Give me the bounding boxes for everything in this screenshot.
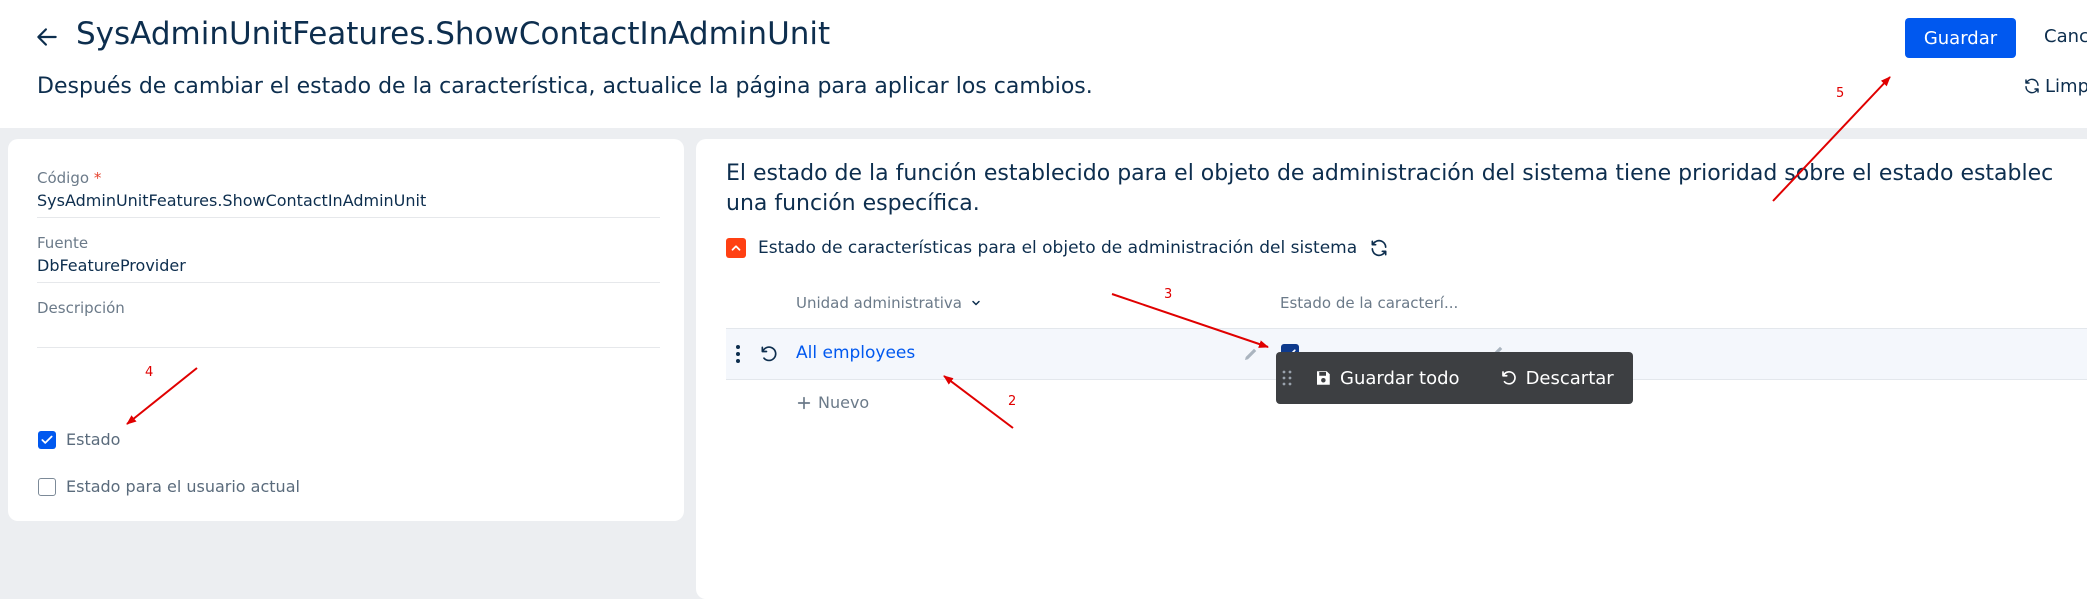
- column-header-state[interactable]: Estado de la caracterí...: [1280, 294, 1458, 312]
- page-title: SysAdminUnitFeatures.ShowContactInAdminU…: [76, 16, 831, 52]
- required-marker: *: [93, 169, 102, 187]
- save-disk-icon: [1317, 371, 1330, 385]
- check-icon: [41, 435, 53, 444]
- save-all-label: Guardar todo: [1340, 367, 1460, 389]
- annotation-label-5: 5: [1836, 86, 1845, 101]
- description-field[interactable]: Descripción: [37, 299, 660, 348]
- refresh-icon[interactable]: [1369, 238, 1389, 258]
- clear-button[interactable]: Limp: [2023, 76, 2087, 97]
- discard-label: Descartar: [1525, 367, 1614, 389]
- feature-state-card: El estado de la función establecido para…: [696, 139, 2087, 599]
- page-subtitle: Después de cambiar el estado de la carac…: [37, 74, 1093, 99]
- user-state-label: Estado para el usuario actual: [66, 477, 300, 496]
- source-field[interactable]: Fuente DbFeatureProvider: [37, 234, 660, 283]
- chevron-down-icon: [972, 300, 980, 306]
- code-label: Código *: [37, 169, 102, 187]
- state-checkbox-row[interactable]: Estado: [38, 430, 120, 449]
- source-label: Fuente: [37, 234, 89, 252]
- annotation-label-4: 4: [145, 365, 154, 380]
- user-state-checkbox[interactable]: [38, 477, 56, 496]
- save-button[interactable]: Guardar: [1905, 18, 2016, 58]
- edit-pencil-icon[interactable]: [1242, 345, 1260, 363]
- row-edit-toolbar: Guardar todo Descartar: [1276, 352, 1633, 404]
- section-title: Estado de características para el objeto…: [758, 238, 1358, 258]
- drag-handle-icon[interactable]: [1282, 369, 1292, 387]
- info-text: El estado de la función establecido para…: [726, 159, 2087, 219]
- code-field[interactable]: Código * SysAdminUnitFeatures.ShowContac…: [37, 169, 660, 218]
- description-label: Descripción: [37, 299, 125, 317]
- refresh-icon: [2025, 78, 2039, 94]
- plus-icon: [797, 396, 811, 409]
- page-header: SysAdminUnitFeatures.ShowContactInAdminU…: [0, 0, 2087, 128]
- collapse-section-button[interactable]: [726, 238, 746, 258]
- info-line-1: El estado de la función establecido para…: [726, 161, 2054, 186]
- column-header-unit-label: Unidad administrativa: [796, 294, 962, 312]
- column-header-unit[interactable]: Unidad administrativa: [796, 294, 982, 312]
- state-label: Estado: [66, 430, 121, 449]
- cancel-button[interactable]: Canc: [2044, 26, 2087, 47]
- state-checkbox[interactable]: [38, 430, 56, 449]
- info-line-2: una función específica.: [726, 191, 980, 216]
- new-row-button[interactable]: Nuevo: [796, 393, 869, 412]
- source-value: DbFeatureProvider: [37, 256, 186, 275]
- user-state-checkbox-row[interactable]: Estado para el usuario actual: [38, 477, 300, 496]
- annotation-label-2: 2: [1008, 394, 1017, 409]
- save-all-button[interactable]: Guardar todo: [1314, 368, 1460, 389]
- clear-button-label: Limp: [2045, 76, 2087, 97]
- annotation-label-3: 3: [1164, 287, 1173, 302]
- new-row-label: Nuevo: [818, 393, 870, 412]
- row-unit-link[interactable]: All employees: [796, 343, 915, 363]
- undo-icon[interactable]: [759, 344, 779, 364]
- feature-form-card: Código * SysAdminUnitFeatures.ShowContac…: [8, 139, 684, 521]
- code-value: SysAdminUnitFeatures.ShowContactInAdminU…: [37, 191, 427, 210]
- discard-button[interactable]: Descartar: [1500, 368, 1614, 389]
- more-options-icon[interactable]: [734, 344, 742, 364]
- section-header: Estado de características para el objeto…: [726, 238, 1389, 258]
- back-arrow-icon[interactable]: [34, 24, 60, 50]
- undo-icon: [1501, 370, 1516, 385]
- chevron-up-icon: [731, 245, 741, 251]
